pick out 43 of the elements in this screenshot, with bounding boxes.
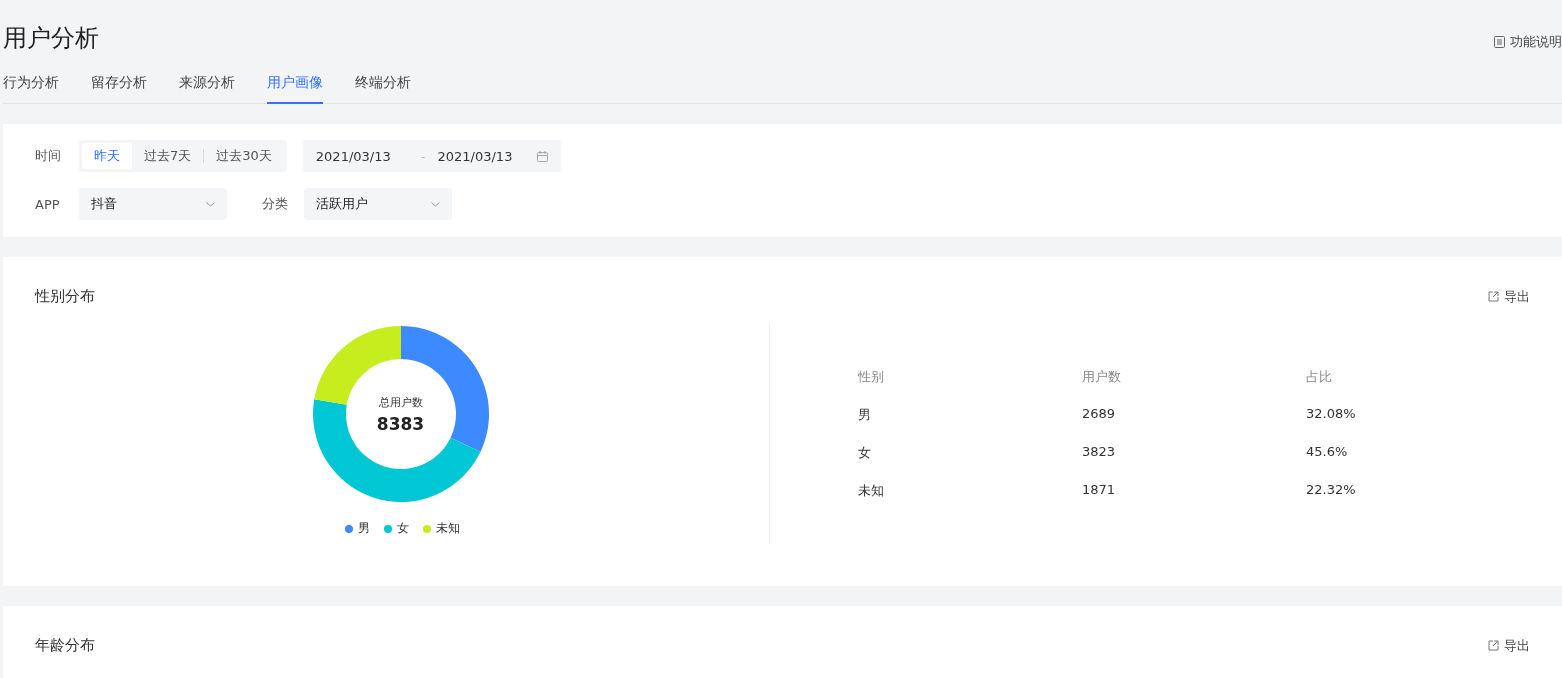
table-cell-text: 男 bbox=[858, 406, 872, 424]
column-header: 用户数 bbox=[1082, 368, 1122, 386]
app-select[interactable]: 抖音 bbox=[79, 188, 227, 220]
table-cell-text: 未知 bbox=[858, 482, 885, 500]
table-cell-text: 2689 bbox=[1082, 406, 1117, 423]
export-link[interactable]: 导出 bbox=[1488, 287, 1530, 306]
tab[interactable]: 来源分析 bbox=[179, 74, 235, 104]
column-header: 占比 bbox=[1306, 368, 1333, 386]
time-label: 时间 bbox=[35, 147, 62, 165]
date-range-field[interactable]: 2021/03/13 - 2021/03/13 bbox=[302, 140, 561, 172]
external-link-icon bbox=[1488, 291, 1499, 302]
center-label: 总用户数 bbox=[378, 394, 423, 410]
help-link[interactable]: 功能说明 bbox=[1494, 33, 1562, 51]
app-label: APP bbox=[35, 196, 61, 212]
range-option[interactable]: 昨天 bbox=[82, 143, 132, 169]
tab[interactable]: 终端分析 bbox=[355, 74, 411, 104]
legend-label: 男 bbox=[357, 520, 370, 537]
chevron-down-icon bbox=[431, 201, 440, 207]
tab[interactable]: 用户画像 bbox=[267, 74, 323, 104]
table-cell-text: 22.32% bbox=[1306, 482, 1357, 499]
tab[interactable]: 行为分析 bbox=[3, 74, 59, 104]
category-select[interactable]: 活跃用户 bbox=[304, 188, 452, 220]
legend-label: 女 bbox=[396, 520, 409, 537]
table-cell-text: 3823 bbox=[1082, 444, 1117, 461]
table-cell-text: 45.6% bbox=[1306, 444, 1349, 461]
calendar-icon bbox=[536, 150, 548, 162]
table-cell-text: 1871 bbox=[1082, 482, 1117, 499]
external-link-icon bbox=[1488, 640, 1499, 651]
table-cell-text: 女 bbox=[858, 444, 872, 462]
document-icon bbox=[1494, 36, 1505, 48]
legend-label: 未知 bbox=[435, 520, 460, 537]
page-title: 用户分析 bbox=[3, 23, 99, 54]
range-option[interactable]: 过去7天 bbox=[132, 143, 204, 169]
tab[interactable]: 留存分析 bbox=[91, 74, 147, 104]
table-cell-text: 32.08% bbox=[1306, 406, 1357, 423]
center-value: 8383 bbox=[376, 413, 425, 434]
card-title: 年龄分布 bbox=[35, 636, 95, 655]
category-label: 分类 bbox=[262, 195, 288, 213]
export-link[interactable]: 导出 bbox=[1488, 636, 1530, 655]
range-option[interactable]: 过去30天 bbox=[204, 143, 284, 169]
chevron-down-icon bbox=[206, 201, 215, 207]
column-header: 性别 bbox=[858, 368, 885, 386]
card-title: 性别分布 bbox=[35, 287, 95, 306]
